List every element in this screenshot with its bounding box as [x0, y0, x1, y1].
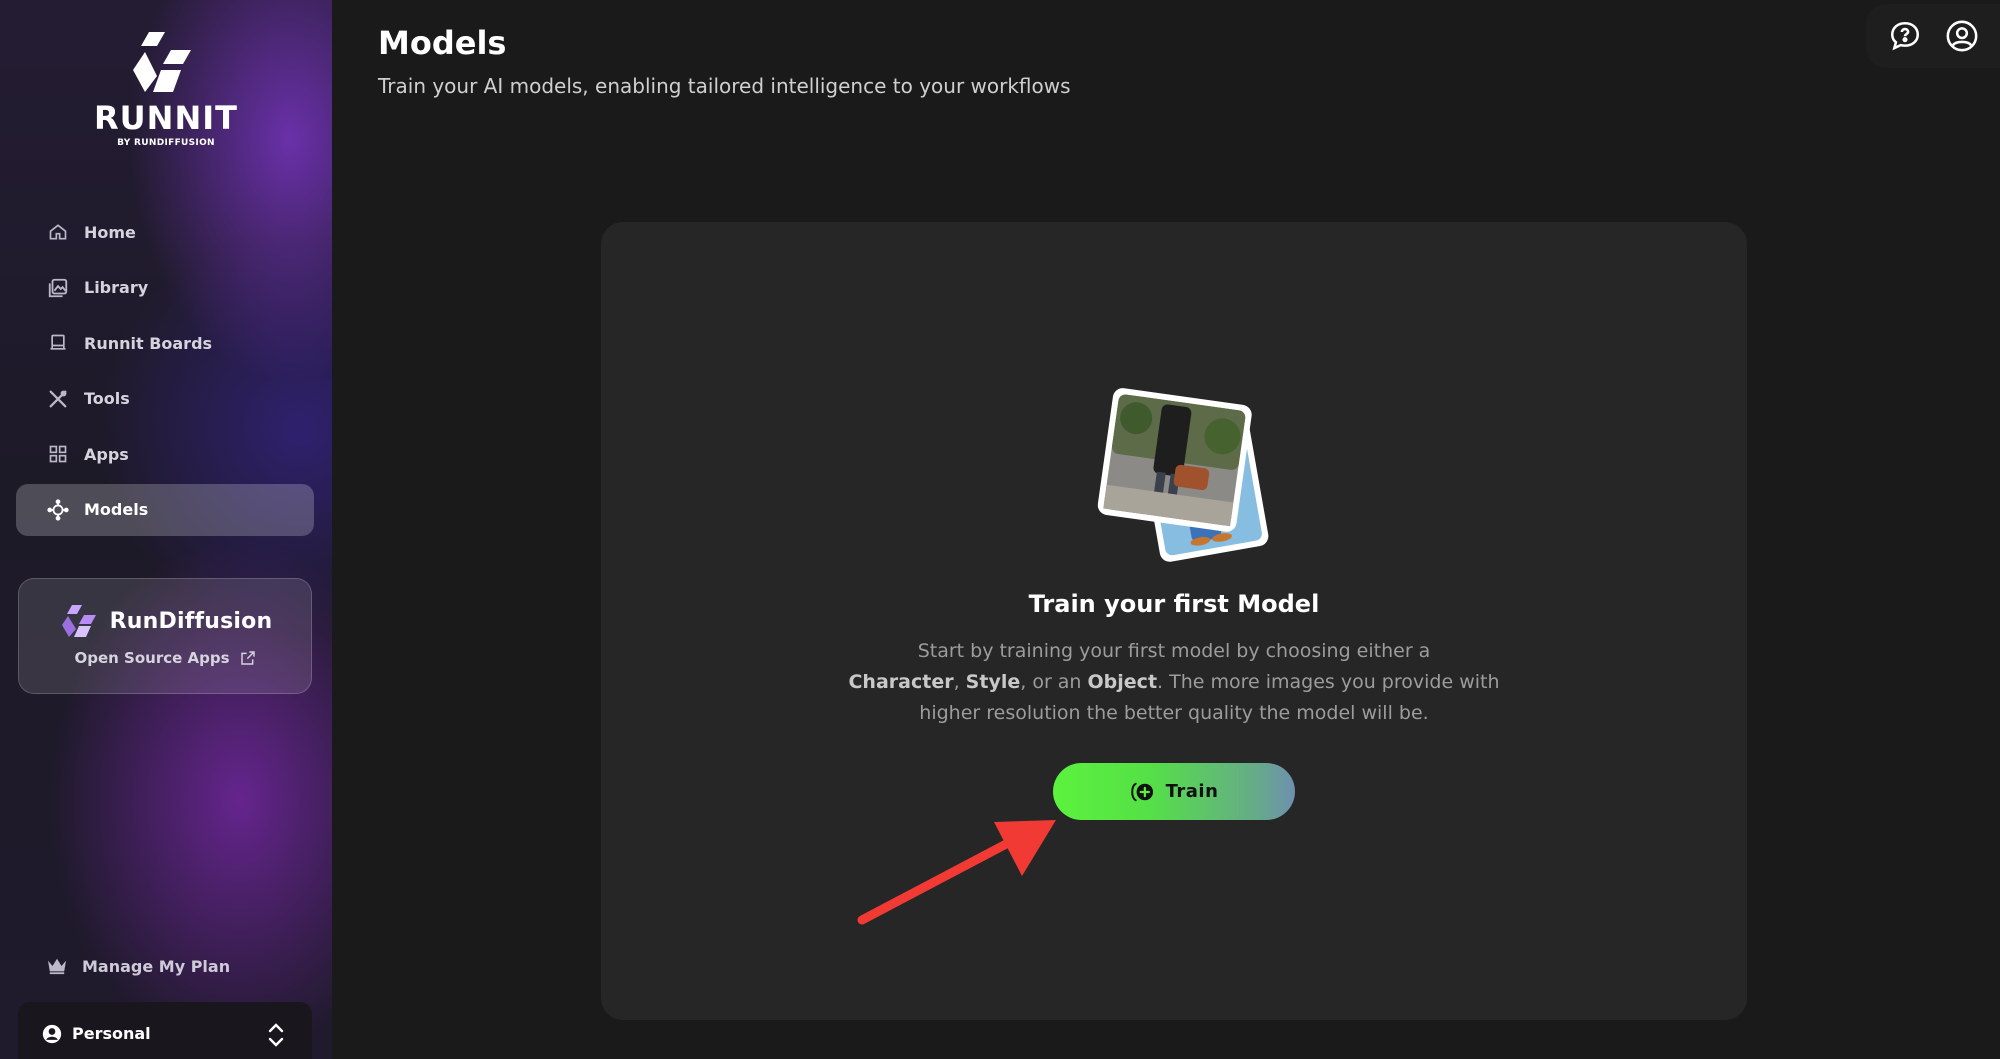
- profile-icon[interactable]: [1945, 19, 1979, 53]
- desc-sep-2: , or an: [1020, 671, 1082, 693]
- sidebar-item-label: Models: [84, 500, 149, 519]
- sidebar-item-runnit-boards[interactable]: Runnit Boards: [16, 317, 314, 369]
- runnit-logo-mark-icon: [133, 32, 191, 92]
- user-circle-icon: [42, 1024, 62, 1044]
- sidebar-item-label: Home: [84, 222, 136, 242]
- rundiffusion-header: RunDiffusion: [58, 605, 273, 637]
- sidebar-item-label: Runnit Boards: [84, 333, 213, 353]
- tools-icon: [46, 387, 70, 411]
- manage-plan-link[interactable]: Manage My Plan: [46, 950, 230, 982]
- rundiffusion-logo-icon: [61, 605, 96, 637]
- desc-style: Style: [965, 671, 1021, 693]
- home-icon: [46, 220, 70, 244]
- empty-state-card: Train your first Model Start by training…: [601, 222, 1747, 1020]
- train-button[interactable]: Train: [1053, 763, 1295, 820]
- page-title: Models: [378, 24, 507, 62]
- sidebar-item-apps[interactable]: Apps: [16, 428, 314, 480]
- plus-circle-icon: [1130, 781, 1156, 803]
- account-label: Personal: [72, 1024, 151, 1043]
- page-subtitle: Train your AI models, enabling tailored …: [378, 74, 1071, 98]
- desc-part-1: Start by training your first model by ch…: [917, 640, 1431, 662]
- empty-state-description: Start by training your first model by ch…: [824, 636, 1524, 729]
- chevron-up-down-icon: [266, 1022, 286, 1048]
- account-switcher[interactable]: Personal: [18, 1002, 312, 1059]
- apps-icon: [46, 442, 70, 466]
- annotation-arrow-icon: [857, 820, 1056, 925]
- model-illustration: [1091, 382, 1271, 562]
- boards-icon: [46, 331, 70, 355]
- manage-plan-label: Manage My Plan: [82, 956, 231, 976]
- sidebar-item-home[interactable]: Home: [16, 206, 314, 258]
- external-link-icon: [240, 650, 256, 666]
- rundiffusion-promo-card[interactable]: RunDiffusion Open Source Apps: [18, 578, 312, 694]
- models-icon: [46, 498, 70, 522]
- sidebar-item-label: Tools: [84, 389, 130, 408]
- desc-sep-1: ,: [953, 671, 960, 693]
- library-icon: [46, 276, 70, 300]
- help-chat-icon[interactable]: [1888, 19, 1922, 53]
- sidebar-nav: Home Library Runnit Boards Tools Apps Mo…: [16, 206, 314, 539]
- rundiffusion-title: RunDiffusion: [109, 608, 273, 634]
- top-actions: [1866, 4, 2000, 68]
- open-source-apps-label: Open Source Apps: [74, 649, 230, 667]
- brand-byline: BY RUNDIFFUSION: [117, 138, 215, 148]
- desc-object: Object: [1087, 671, 1158, 693]
- brand-name: RUNNIT: [94, 99, 238, 137]
- runnit-logo[interactable]: RUNNIT BY RUNDIFFUSION: [86, 30, 246, 154]
- sidebar-item-label: Library: [84, 278, 149, 297]
- sidebar-item-tools[interactable]: Tools: [16, 373, 314, 425]
- sidebar-item-library[interactable]: Library: [16, 262, 314, 314]
- sidebar-item-label: Apps: [84, 444, 129, 464]
- open-source-apps-link[interactable]: Open Source Apps: [74, 649, 255, 667]
- sidebar: RUNNIT BY RUNDIFFUSION Home Library Runn…: [0, 0, 332, 1059]
- train-button-label: Train: [1165, 781, 1219, 802]
- desc-character: Character: [848, 671, 954, 693]
- empty-state-title: Train your first Model: [1028, 590, 1320, 618]
- crown-icon: [46, 957, 68, 975]
- sidebar-item-models[interactable]: Models: [16, 483, 314, 536]
